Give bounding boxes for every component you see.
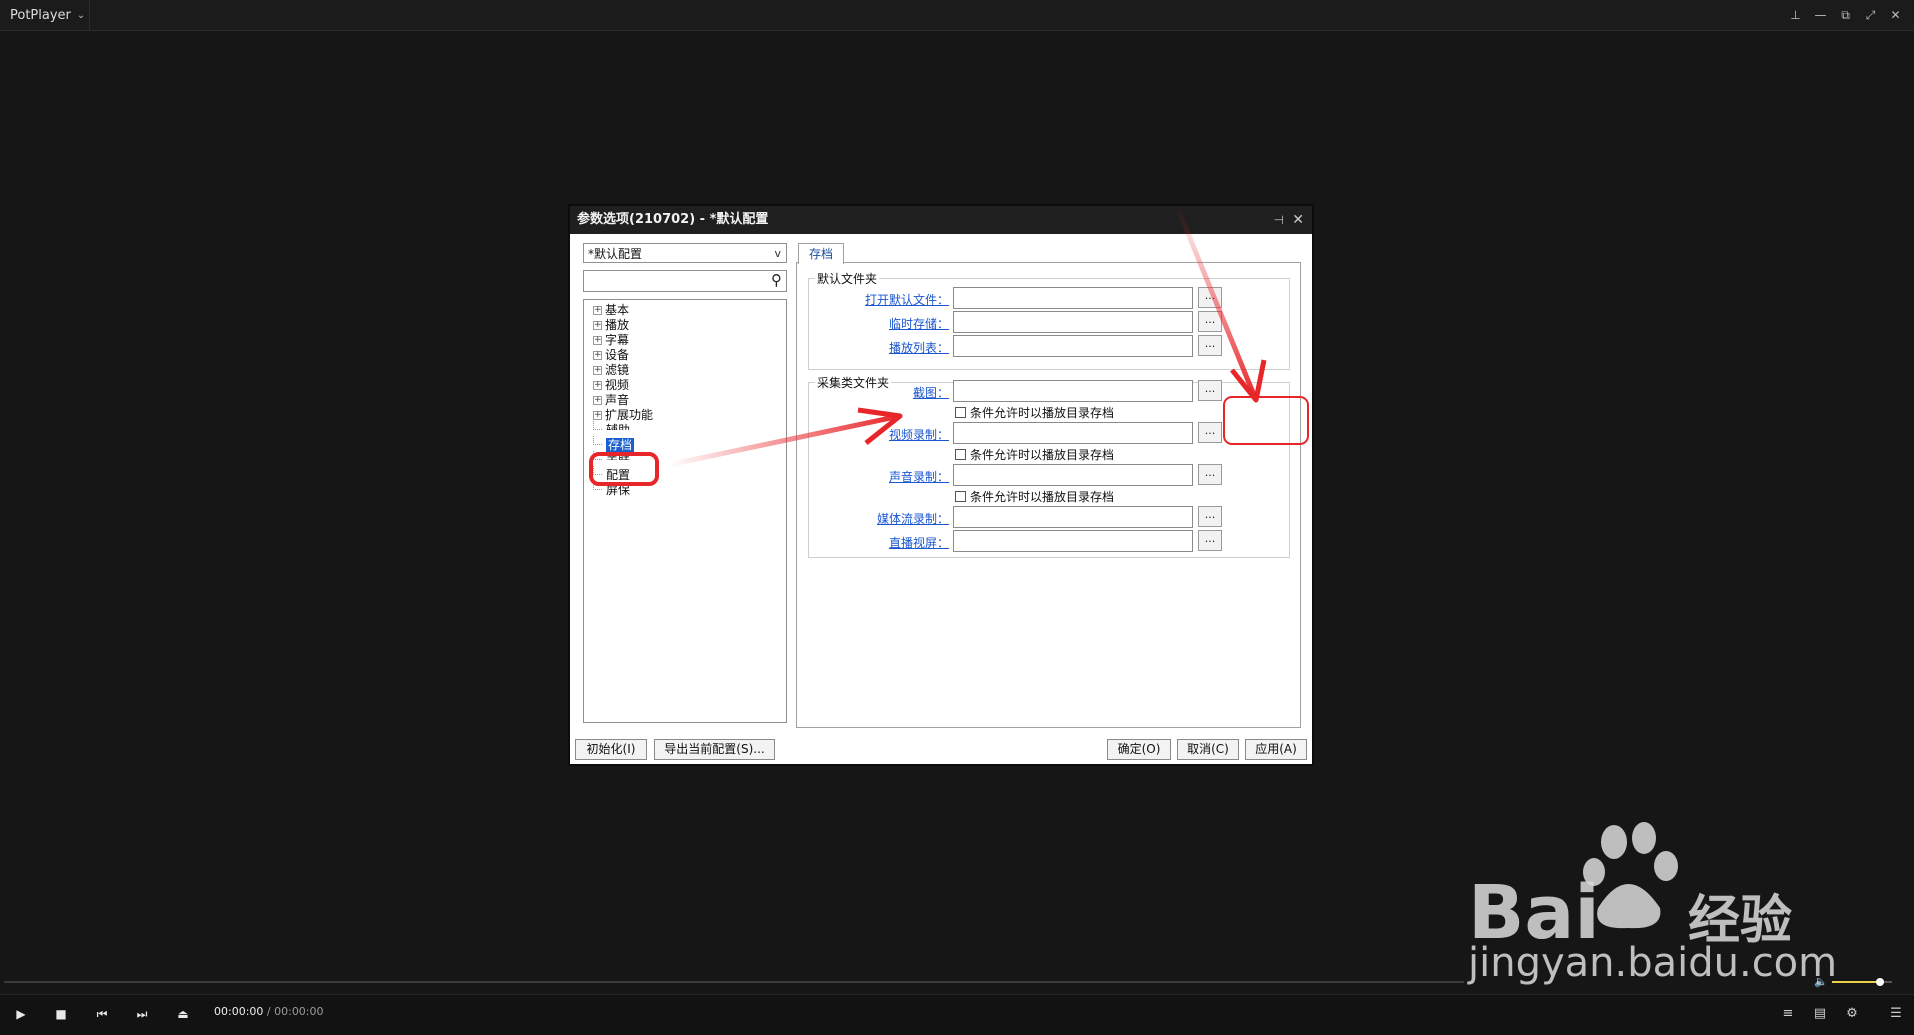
volume-slider[interactable] xyxy=(1832,978,1892,986)
time-separator: / xyxy=(263,1005,275,1018)
volume-knob[interactable] xyxy=(1876,978,1884,986)
playlist-search-icon[interactable]: ≡ xyxy=(1776,1004,1800,1024)
chapter-icon[interactable]: ▤ xyxy=(1808,1004,1832,1024)
annotation-circle-archive xyxy=(589,452,659,486)
tab-archive[interactable]: 存档 xyxy=(798,243,844,264)
annotation-arrow-right xyxy=(1173,203,1259,401)
menu-icon[interactable]: ☰ xyxy=(1884,1004,1908,1024)
baidu-logo: Bai 经验 xyxy=(1468,822,1792,950)
volume-fill xyxy=(1832,981,1880,983)
stop-icon[interactable]: ■ xyxy=(44,1004,78,1024)
annotation-arrow-left-head xyxy=(857,407,903,445)
annotation-box-browse xyxy=(1223,396,1309,445)
svg-text:Bai: Bai xyxy=(1468,870,1600,950)
seek-bar[interactable] xyxy=(4,981,1464,983)
previous-icon[interactable]: ⏮ xyxy=(85,1004,119,1024)
time-display: 00:00:00 / 00:00:00 xyxy=(214,1005,324,1018)
eject-icon[interactable]: ⏏ xyxy=(166,1004,200,1024)
next-icon[interactable]: ⏭ xyxy=(125,1004,159,1024)
watermark-url: jingyan.baidu.com xyxy=(1468,940,1838,986)
time-current: 00:00:00 xyxy=(214,1005,264,1018)
gear-icon[interactable]: ⚙ xyxy=(1840,1004,1864,1024)
time-total: 00:00:00 xyxy=(274,1005,324,1018)
play-icon[interactable]: ▶ xyxy=(4,1004,38,1024)
